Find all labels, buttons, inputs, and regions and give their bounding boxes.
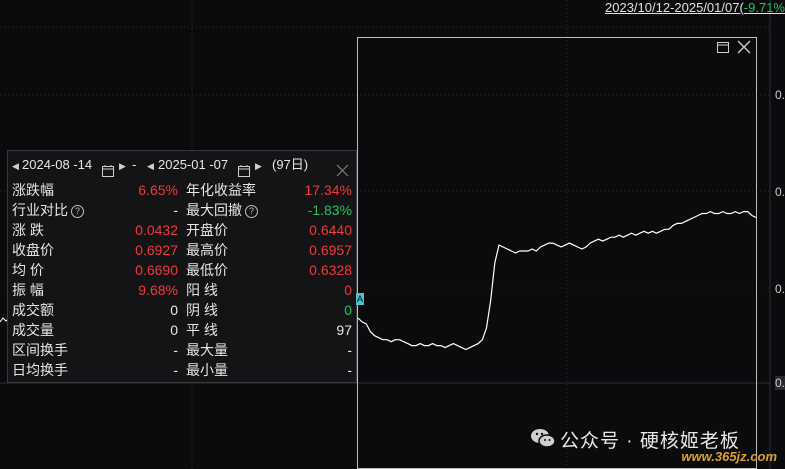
selection-box bbox=[357, 37, 757, 469]
stat-row: 区间换手 - 最大量 - bbox=[8, 340, 356, 360]
stat-value: -1.83% bbox=[307, 202, 352, 218]
stat-value: 0 bbox=[344, 282, 352, 298]
stat-label: 涨 跌 bbox=[12, 222, 44, 238]
stat-label: 最高价 bbox=[186, 242, 228, 258]
start-prev-icon[interactable]: ◀ bbox=[12, 152, 19, 180]
wechat-icon bbox=[531, 429, 556, 448]
interval-stats-panel: ◀ 2024-08 -14 ▶ - ◀ 2025-01 -07 ▶ (97日) … bbox=[7, 150, 357, 383]
y-tick-3: 0. bbox=[775, 282, 785, 296]
stat-row: 均 价 0.6690 最低价 0.6328 bbox=[8, 260, 356, 280]
restore-icon[interactable] bbox=[716, 40, 730, 54]
stat-row: 涨 跌 0.0432 开盘价 0.6440 bbox=[8, 220, 356, 240]
stat-value: 6.65% bbox=[138, 182, 178, 198]
stat-label: 平 线 bbox=[186, 322, 218, 338]
series-line bbox=[357, 210, 757, 351]
end-prev-icon[interactable]: ◀ bbox=[147, 152, 154, 180]
day-count: (97日) bbox=[272, 157, 309, 172]
site-watermark: www.365jz.com bbox=[681, 449, 777, 464]
stat-label: 日均换手 bbox=[12, 362, 68, 378]
help-icon[interactable]: ? bbox=[71, 205, 84, 218]
y-tick-2: 0. bbox=[775, 185, 785, 199]
y-tick-1: 0. bbox=[775, 88, 785, 102]
stat-row: 涨跌幅 6.65% 年化收益率 17.34% bbox=[8, 180, 356, 200]
help-icon[interactable]: ? bbox=[245, 205, 258, 218]
range-change: -9.71% bbox=[743, 0, 785, 15]
date-separator: - bbox=[132, 157, 137, 172]
stat-label: 涨跌幅 bbox=[12, 182, 54, 198]
stat-row: 振 幅 9.68% 阳 线 0 bbox=[8, 280, 356, 300]
close-icon[interactable] bbox=[737, 40, 751, 54]
date-range-text: 2023/10/12-2025/01/07( bbox=[605, 0, 744, 15]
stat-value: 0.6927 bbox=[135, 242, 178, 258]
stat-value: 9.68% bbox=[138, 282, 178, 298]
stat-label: 年化收益率 bbox=[186, 182, 256, 198]
stat-value: - bbox=[173, 362, 178, 378]
stat-value: 97 bbox=[336, 322, 352, 338]
stat-label-text: 最大回撤 bbox=[186, 202, 242, 218]
stat-label: 成交额 bbox=[12, 302, 54, 318]
stat-value: 0.6690 bbox=[135, 262, 178, 278]
stat-label: 行业对比? bbox=[12, 200, 84, 220]
stat-label: 最大回撤? bbox=[186, 200, 258, 220]
stat-value: - bbox=[173, 202, 178, 218]
series-marker[interactable]: A bbox=[356, 293, 364, 305]
stat-label: 收盘价 bbox=[12, 242, 54, 258]
stat-value: 0 bbox=[344, 302, 352, 318]
stat-row: 收盘价 0.6927 最高价 0.6957 bbox=[8, 240, 356, 260]
stat-row: 成交量 0 平 线 97 bbox=[8, 320, 356, 340]
stat-value: 0.6328 bbox=[309, 262, 352, 278]
stat-value: 17.34% bbox=[304, 182, 352, 198]
stat-value: 0.6957 bbox=[309, 242, 352, 258]
stat-label-text: 行业对比 bbox=[12, 202, 68, 218]
stat-label: 阴 线 bbox=[186, 302, 218, 318]
stat-label: 成交量 bbox=[12, 322, 54, 338]
stat-label: 开盘价 bbox=[186, 222, 228, 238]
stat-label: 振 幅 bbox=[12, 282, 44, 298]
stat-label: 最大量 bbox=[186, 342, 228, 358]
stat-row: 行业对比? - 最大回撤? -1.83% bbox=[8, 200, 356, 220]
panel-header: ◀ 2024-08 -14 ▶ - ◀ 2025-01 -07 ▶ (97日) bbox=[8, 151, 356, 179]
end-date[interactable]: 2025-01 -07 bbox=[158, 151, 228, 179]
stat-value: 0 bbox=[170, 322, 178, 338]
stat-label: 阳 线 bbox=[186, 282, 218, 298]
y-tick-4: 0. bbox=[775, 376, 785, 390]
stat-value: - bbox=[347, 342, 352, 358]
stat-row: 成交额 0 阴 线 0 bbox=[8, 300, 356, 320]
stat-label: 最小量 bbox=[186, 362, 228, 378]
date-range-label[interactable]: 2023/10/12-2025/01/07(-9.71% bbox=[605, 0, 785, 15]
start-date[interactable]: 2024-08 -14 bbox=[22, 151, 92, 179]
stat-label: 区间换手 bbox=[12, 342, 68, 358]
stat-value: 0.6440 bbox=[309, 222, 352, 238]
stat-label: 均 价 bbox=[12, 262, 44, 278]
stat-value: - bbox=[173, 342, 178, 358]
start-next-icon[interactable]: ▶ bbox=[119, 152, 126, 180]
stat-value: 0.0432 bbox=[135, 222, 178, 238]
end-next-icon[interactable]: ▶ bbox=[255, 152, 262, 180]
stat-value: - bbox=[347, 362, 352, 378]
stat-label: 最低价 bbox=[186, 262, 228, 278]
stat-value: 0 bbox=[170, 302, 178, 318]
stat-row: 日均换手 - 最小量 - bbox=[8, 360, 356, 380]
